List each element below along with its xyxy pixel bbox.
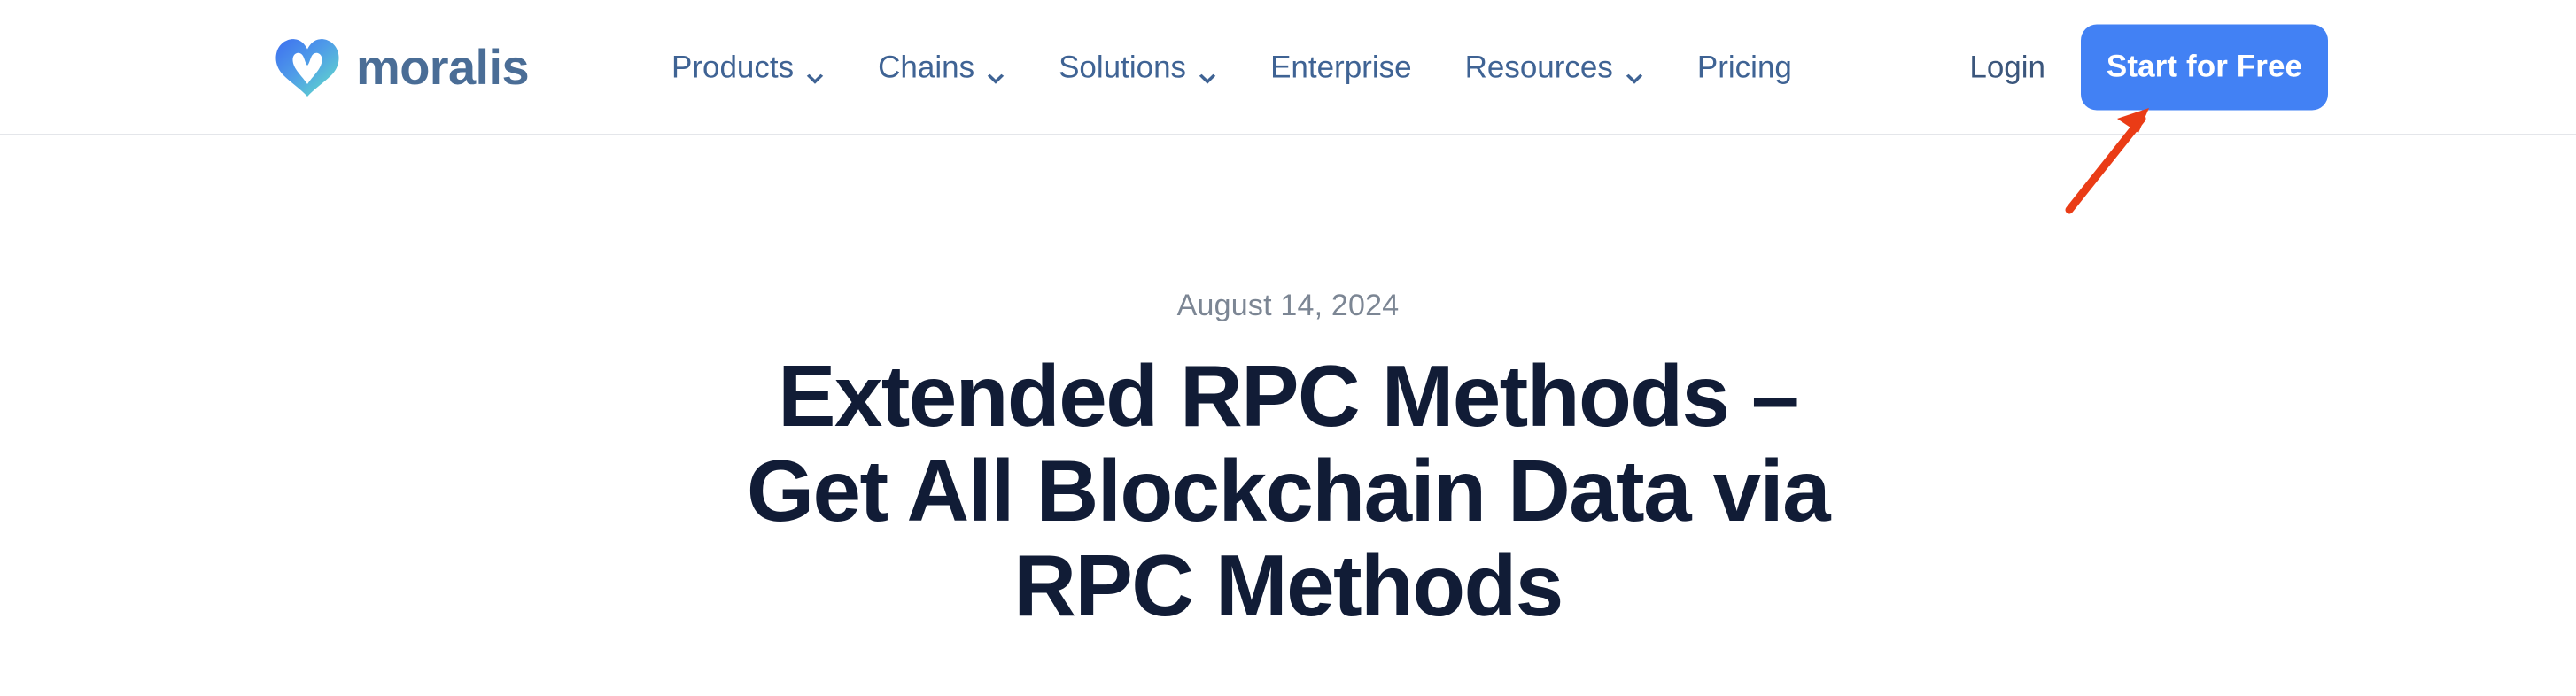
nav-item-enterprise[interactable]: Enterprise <box>1244 51 1439 82</box>
nav-item-label: Resources <box>1464 50 1613 84</box>
nav-item-label: Solutions <box>1059 50 1187 84</box>
login-link[interactable]: Login <box>1969 51 2081 82</box>
post-date: August 14, 2024 <box>1176 289 1400 322</box>
nav-item-products[interactable]: Products <box>645 50 851 84</box>
nav-item-label: Chains <box>878 50 975 84</box>
nav-item-label: Enterprise <box>1270 50 1412 84</box>
title-line-2: Get All Blockchain Data via <box>746 441 1831 539</box>
hero-section: August 14, 2024 Extended RPC Methods – G… <box>0 135 2576 696</box>
header-inner: moralis Products Chains Solutions Enterp… <box>0 0 2576 134</box>
title-line-1: Extended RPC Methods – <box>778 347 1799 445</box>
brand-wordmark: moralis <box>356 38 530 95</box>
nav-item-pricing[interactable]: Pricing <box>1671 51 1819 82</box>
primary-nav: Products Chains Solutions Enterprise Res… <box>645 50 1819 84</box>
nav-item-chains[interactable]: Chains <box>851 50 1032 84</box>
page-root: moralis Products Chains Solutions Enterp… <box>0 0 2576 696</box>
chevron-down-icon <box>986 61 1005 84</box>
chevron-down-icon <box>1198 61 1217 84</box>
chevron-down-icon <box>805 61 825 84</box>
moralis-logo-icon <box>275 38 340 97</box>
nav-item-label: Pricing <box>1696 50 1792 84</box>
nav-item-label: Products <box>671 50 795 84</box>
title-line-3: RPC Methods <box>1013 536 1563 634</box>
header-actions: Login Start for Free <box>1969 24 2328 110</box>
logo-link[interactable]: moralis <box>275 38 530 97</box>
page-title: Extended RPC Methods – Get All Blockchai… <box>712 349 1864 632</box>
start-for-free-button[interactable]: Start for Free <box>2081 24 2328 110</box>
nav-item-resources[interactable]: Resources <box>1439 50 1671 84</box>
chevron-down-icon <box>1625 61 1644 84</box>
site-header: moralis Products Chains Solutions Enterp… <box>0 0 2576 135</box>
nav-item-solutions[interactable]: Solutions <box>1032 50 1244 84</box>
